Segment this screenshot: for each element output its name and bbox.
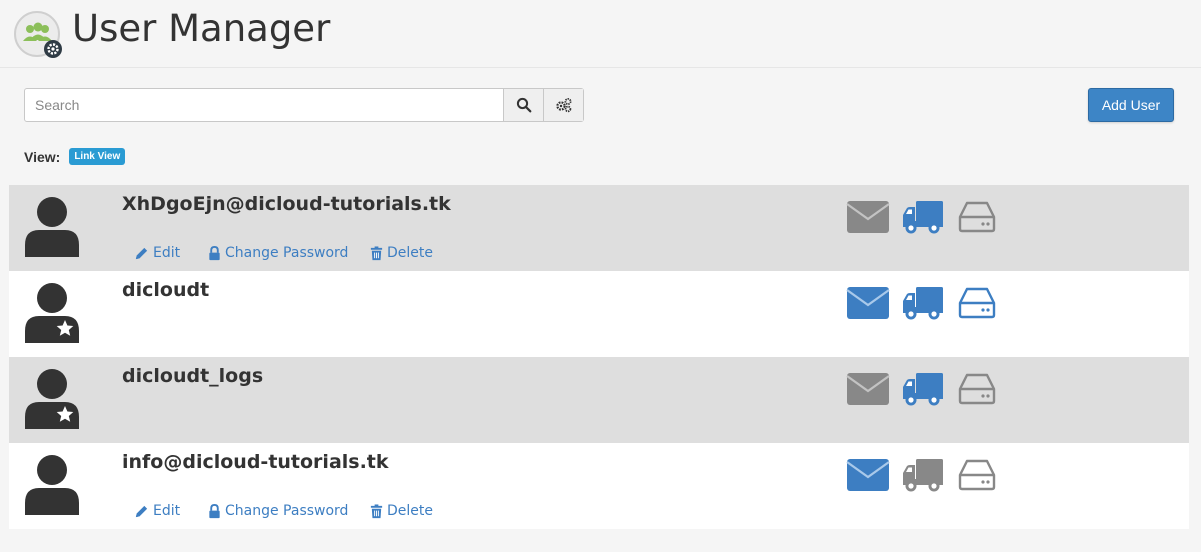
pencil-icon xyxy=(135,247,148,259)
lock-icon xyxy=(209,503,220,518)
change-password-link[interactable]: Change Password xyxy=(208,503,370,519)
search-settings-button[interactable] xyxy=(543,89,583,121)
change-password-label: Change Password xyxy=(225,245,349,261)
pencil-icon xyxy=(135,505,148,517)
users-gear-icon xyxy=(14,11,62,58)
user-actions: Edit Change Password Delete xyxy=(134,245,433,261)
user-row: dicloudt xyxy=(9,271,1189,357)
edit-link[interactable]: Edit xyxy=(134,503,208,519)
user-actions: Edit Change Password Delete xyxy=(134,503,433,519)
ftp-truck-icon[interactable] xyxy=(902,199,944,235)
email-icon[interactable] xyxy=(846,285,890,321)
view-switcher: View: Link View xyxy=(24,148,126,165)
email-icon[interactable] xyxy=(846,199,890,235)
email-icon[interactable] xyxy=(846,371,890,407)
user-avatar-icon xyxy=(25,455,79,515)
change-password-link[interactable]: Change Password xyxy=(208,245,370,261)
web-disk-icon[interactable] xyxy=(958,199,996,235)
ftp-truck-icon[interactable] xyxy=(902,285,944,321)
add-user-button[interactable]: Add User xyxy=(1088,88,1174,122)
link-view-badge[interactable]: Link View xyxy=(69,148,126,165)
page-title: User Manager xyxy=(72,7,331,50)
page-header: User Manager xyxy=(0,0,1201,68)
user-row: dicloudt_logs xyxy=(9,357,1189,443)
search-input[interactable] xyxy=(25,89,503,121)
delete-link[interactable]: Delete xyxy=(370,503,433,519)
user-row: info@dicloud-tutorials.tk Edit Change Pass… xyxy=(9,443,1189,529)
delete-label: Delete xyxy=(387,245,433,261)
gears-icon xyxy=(555,98,571,113)
web-disk-icon[interactable] xyxy=(958,457,996,493)
edit-label: Edit xyxy=(153,503,181,519)
view-label: View: xyxy=(24,148,61,165)
search-bar xyxy=(24,88,584,122)
search-button[interactable] xyxy=(503,89,543,121)
trash-icon xyxy=(370,503,383,518)
delete-label: Delete xyxy=(387,503,433,519)
username: XhDgoEjn@dicloud-tutorials.tk xyxy=(122,193,451,215)
delete-link[interactable]: Delete xyxy=(370,245,433,261)
user-row: XhDgoEjn@dicloud-tutorials.tk Edit Change … xyxy=(9,185,1189,271)
edit-link[interactable]: Edit xyxy=(134,245,208,261)
username: info@dicloud-tutorials.tk xyxy=(122,451,389,473)
system-user-avatar-icon xyxy=(25,369,79,429)
ftp-truck-icon[interactable] xyxy=(902,371,944,407)
ftp-truck-icon[interactable] xyxy=(902,457,944,493)
user-list: XhDgoEjn@dicloud-tutorials.tk Edit Change … xyxy=(9,185,1189,529)
user-avatar-icon xyxy=(25,197,79,257)
username: dicloudt_logs xyxy=(122,365,264,387)
system-user-avatar-icon xyxy=(25,283,79,343)
web-disk-icon[interactable] xyxy=(958,371,996,407)
username: dicloudt xyxy=(122,279,210,301)
lock-icon xyxy=(209,245,220,260)
edit-label: Edit xyxy=(153,245,181,261)
web-disk-icon[interactable] xyxy=(958,285,996,321)
search-icon xyxy=(516,97,531,113)
trash-icon xyxy=(370,245,383,260)
email-icon[interactable] xyxy=(846,457,890,493)
change-password-label: Change Password xyxy=(225,503,349,519)
